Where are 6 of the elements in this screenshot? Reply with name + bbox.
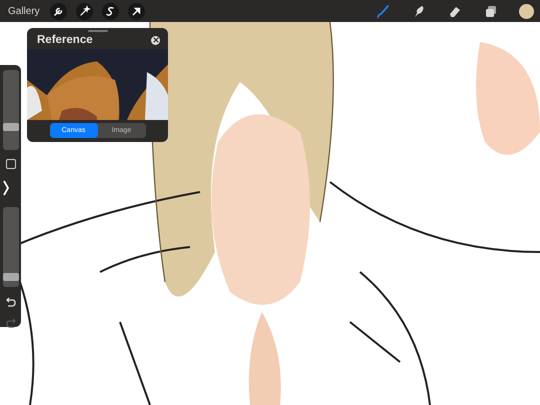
- color-swatch[interactable]: [519, 4, 534, 18]
- brush-icon[interactable]: [375, 4, 390, 18]
- gallery-link[interactable]: Gallery: [8, 6, 40, 16]
- s-curve-icon[interactable]: [102, 2, 119, 20]
- magic-wand-icon[interactable]: [76, 2, 93, 20]
- layers-icon[interactable]: [483, 4, 498, 18]
